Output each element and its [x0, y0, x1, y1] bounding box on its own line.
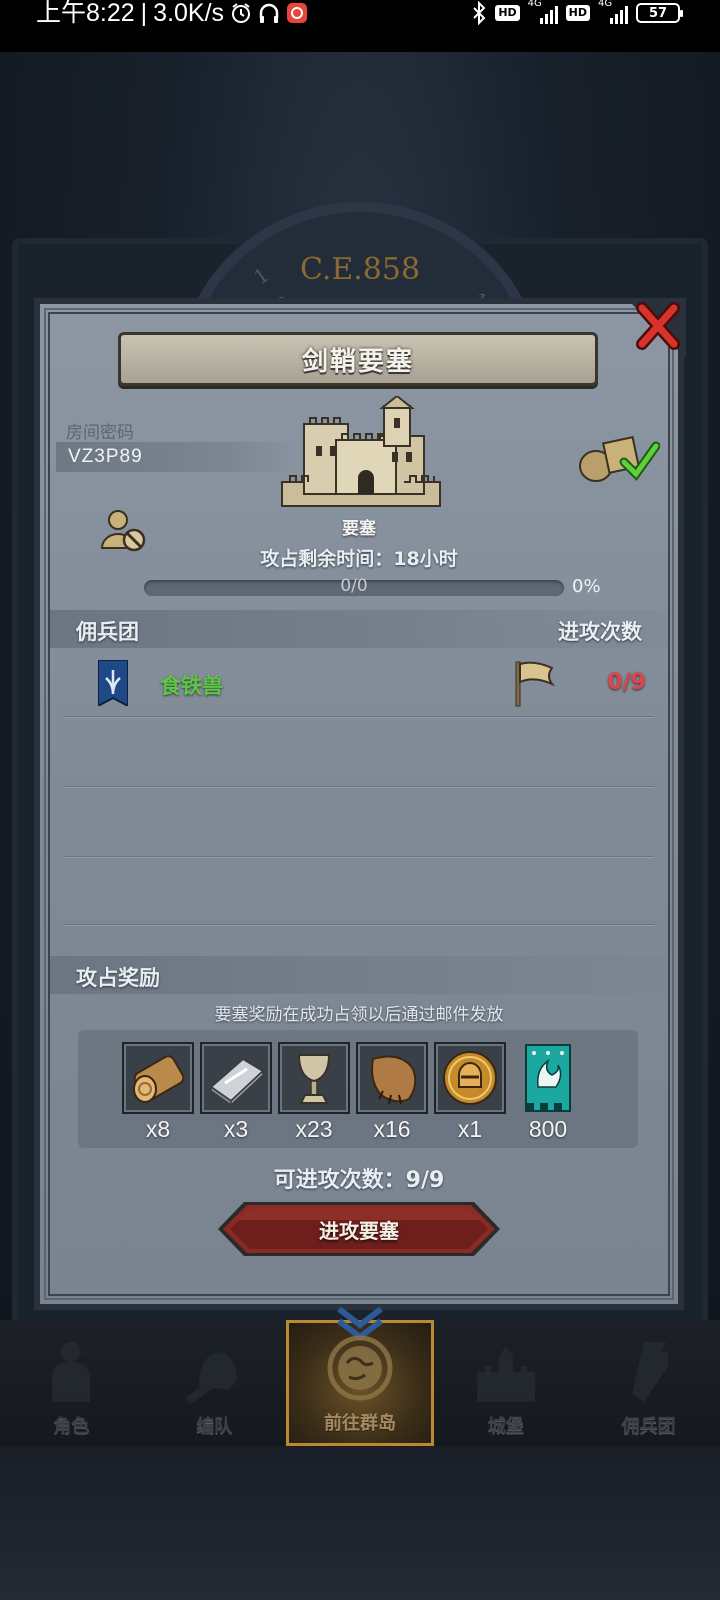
attack-times-header: 进攻次数	[558, 620, 642, 644]
empty-slot-divider	[64, 924, 654, 926]
nav-item-islands[interactable]: 前往群岛	[285, 1306, 435, 1446]
reward-slot	[512, 1042, 584, 1114]
hd-badge-1: HD	[495, 5, 520, 21]
status-right: HD 4G HD 4G 57	[471, 0, 683, 26]
reward-qty: x8	[145, 1116, 171, 1142]
status-bar: 上午8:22 | 3.0K/s HD 4G HD 4G 57	[0, 0, 720, 52]
formation-icon	[185, 1352, 238, 1404]
reward-item-fur[interactable]: x16	[356, 1042, 428, 1143]
nav-item-mercenary[interactable]: 佣兵团	[577, 1320, 720, 1446]
nav-label: 前往群岛	[323, 1413, 396, 1434]
signal-strength-icon-1: 4G	[528, 0, 558, 24]
room-code-bar: VZ3P89	[56, 442, 296, 472]
nav-label: 角色	[53, 1416, 90, 1437]
bluetooth-icon	[471, 1, 487, 25]
network-speed: 3.0K/s	[153, 0, 225, 27]
nav-item-character[interactable]: 角色	[0, 1320, 143, 1446]
reward-slot	[200, 1042, 272, 1114]
fortress-dialog: 剑鞘要塞 房间密码 VZ3P89 要塞 攻占剩余时间：18小时 0/0 0% 佣…	[34, 298, 686, 1310]
supplies-check-icon	[579, 436, 660, 482]
nav-label: 编队	[196, 1416, 233, 1437]
reward-qty: x23	[295, 1116, 333, 1142]
knight-helmet-coin-icon	[443, 1051, 497, 1105]
nav-label: 城堡	[487, 1416, 524, 1437]
castle-icon	[476, 1346, 535, 1402]
reward-item-goblet[interactable]: x23	[278, 1042, 350, 1143]
reward-slot	[434, 1042, 506, 1114]
reward-item-helmet-coin[interactable]: x1	[434, 1042, 506, 1143]
battery-level: 57	[648, 5, 668, 21]
alarm-icon	[230, 2, 252, 24]
hd-badge-2: HD	[565, 5, 590, 21]
status-left: 上午8:22 | 3.0K/s	[36, 0, 308, 26]
guild-name: 食铁兽	[160, 674, 223, 698]
headphones-icon	[258, 2, 280, 24]
bottom-spacer	[0, 1446, 720, 1600]
reward-qty: x1	[457, 1116, 483, 1142]
islands-icon	[327, 1335, 393, 1401]
reward-qty: x3	[223, 1116, 249, 1142]
empty-slot-divider	[64, 856, 654, 858]
mercenary-icon	[631, 1342, 668, 1402]
flag-icon	[515, 661, 556, 707]
rewards-note: 要塞奖励在成功占领以后通过邮件发放	[214, 1005, 504, 1025]
battery-icon: 57	[636, 3, 683, 23]
title-plate: 剑鞘要塞	[118, 332, 598, 386]
era-text: C.E.858	[299, 252, 421, 287]
guild-attack-count: 0/9	[607, 670, 646, 695]
reward-slot	[122, 1042, 194, 1114]
separator: |	[140, 0, 148, 27]
rewards-header: 攻占奖励	[76, 966, 160, 990]
nav-item-castle[interactable]: 城堡	[434, 1320, 577, 1446]
mercenary-section-header: 佣兵团 进攻次数	[50, 610, 668, 648]
guild-banner-icon	[98, 660, 128, 706]
attack-fortress-button[interactable]: 进攻要塞	[218, 1202, 500, 1256]
reward-slot	[356, 1042, 428, 1114]
bottom-navigation: 角色 编队 前往群岛 城堡 佣兵团	[0, 1306, 720, 1446]
goblet-icon	[297, 1054, 331, 1104]
room-code: VZ3P89	[68, 446, 143, 467]
reward-qty: x16	[373, 1116, 411, 1142]
progress-count: 0/0	[340, 576, 368, 596]
attack-button-label: 进攻要塞	[319, 1218, 399, 1243]
rewards-panel: x8 x3 x23 x16 x1 800	[78, 1030, 638, 1148]
progress-percent: 0%	[572, 576, 601, 597]
clock-time: 上午8:22	[36, 0, 135, 27]
empty-slot-divider	[64, 786, 654, 788]
room-password-label: 房间密码	[66, 423, 134, 443]
reward-item-iron[interactable]: x3	[200, 1042, 272, 1143]
nav-item-formation[interactable]: 编队	[143, 1320, 286, 1446]
empty-slot-divider	[64, 716, 654, 718]
time-remaining: 攻占剩余时间：18小时	[260, 548, 458, 570]
reward-slot	[278, 1042, 350, 1114]
app-notification-icon	[286, 2, 308, 24]
guild-row[interactable]: 食铁兽 0/9	[50, 656, 668, 716]
close-button[interactable]	[626, 298, 686, 358]
fur-pelt-icon	[371, 1055, 417, 1105]
character-icon	[52, 1342, 91, 1402]
mercenary-header: 佣兵团	[76, 620, 139, 644]
guild-banner-icon	[525, 1044, 571, 1112]
fortress-castle-icon	[281, 396, 441, 507]
available-attacks: 可进攻次数：9/9	[273, 1168, 445, 1193]
wood-log-icon	[133, 1055, 185, 1103]
signal-strength-icon-2: 4G	[598, 0, 628, 24]
close-icon	[626, 298, 686, 358]
reward-item-guild-banner[interactable]: 800	[512, 1042, 584, 1143]
reward-qty: 800	[528, 1116, 568, 1142]
dialog-title: 剑鞘要塞	[301, 346, 414, 377]
reward-item-wood[interactable]: x8	[122, 1042, 194, 1143]
rewards-section-header: 攻占奖励	[50, 956, 668, 994]
iron-ingot-icon	[209, 1057, 265, 1107]
nav-label: 佣兵团	[621, 1416, 676, 1437]
